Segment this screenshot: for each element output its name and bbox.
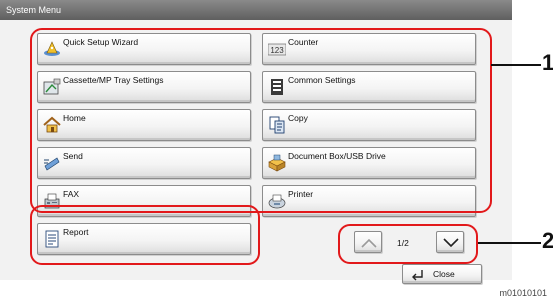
wizard-hat-icon <box>44 41 60 56</box>
printer-icon <box>268 194 286 209</box>
common-settings-button[interactable]: Common Settings <box>262 71 476 103</box>
button-label: Counter <box>288 37 319 47</box>
printer-button[interactable]: Printer <box>262 185 476 217</box>
callout-line-1 <box>491 64 541 66</box>
fax-icon <box>44 193 60 209</box>
counter-icon-text: 123 <box>270 46 284 55</box>
page-down-button[interactable] <box>436 231 464 253</box>
common-settings-icon <box>271 79 283 95</box>
page-up-button[interactable] <box>354 231 382 253</box>
document-box-usb-drive-button[interactable]: Document Box/USB Drive <box>262 147 476 179</box>
close-button-label: Close <box>433 269 455 279</box>
close-button[interactable]: Close <box>402 264 482 284</box>
counter-icon: 123 <box>268 43 286 56</box>
callout-number-1: 1 <box>542 50 553 75</box>
button-label: Common Settings <box>288 75 356 85</box>
button-label: Quick Setup Wizard <box>63 37 139 47</box>
callout-line-2 <box>478 242 541 244</box>
system-menu-panel: System Menu Quick Setup Wizard Cassette/… <box>0 0 512 284</box>
callout-number-2: 2 <box>542 228 553 253</box>
button-label: Send <box>63 151 83 161</box>
title-bar: System Menu <box>0 0 512 20</box>
button-label: Report <box>63 227 89 237</box>
return-arrow-icon <box>412 270 423 281</box>
fax-button[interactable]: FAX <box>37 185 251 217</box>
copy-button[interactable]: Copy <box>262 109 476 141</box>
report-button[interactable]: Report <box>37 223 251 255</box>
button-label: FAX <box>63 189 80 199</box>
button-label: Home <box>63 113 86 123</box>
button-label: Printer <box>288 189 314 199</box>
counter-button[interactable]: 123 Counter <box>262 33 476 65</box>
cassette-mp-tray-settings-button[interactable]: Cassette/MP Tray Settings <box>37 71 251 103</box>
home-icon <box>43 116 61 133</box>
chevron-up-icon <box>361 238 377 248</box>
reference-code: m01010101 <box>499 288 547 298</box>
button-label: Document Box/USB Drive <box>288 151 386 161</box>
send-icon <box>44 157 60 171</box>
send-button[interactable]: Send <box>37 147 251 179</box>
quick-setup-wizard-button[interactable]: Quick Setup Wizard <box>37 33 251 65</box>
button-label: Cassette/MP Tray Settings <box>63 75 164 85</box>
page-indicator: 1/2 <box>397 238 409 248</box>
chevron-down-icon <box>443 238 459 248</box>
document-box-icon <box>268 154 286 172</box>
window-title: System Menu <box>6 5 62 15</box>
report-icon <box>45 230 59 248</box>
tray-settings-icon <box>43 78 61 95</box>
button-label: Copy <box>288 113 308 123</box>
home-button[interactable]: Home <box>37 109 251 141</box>
copy-icon <box>269 116 285 134</box>
